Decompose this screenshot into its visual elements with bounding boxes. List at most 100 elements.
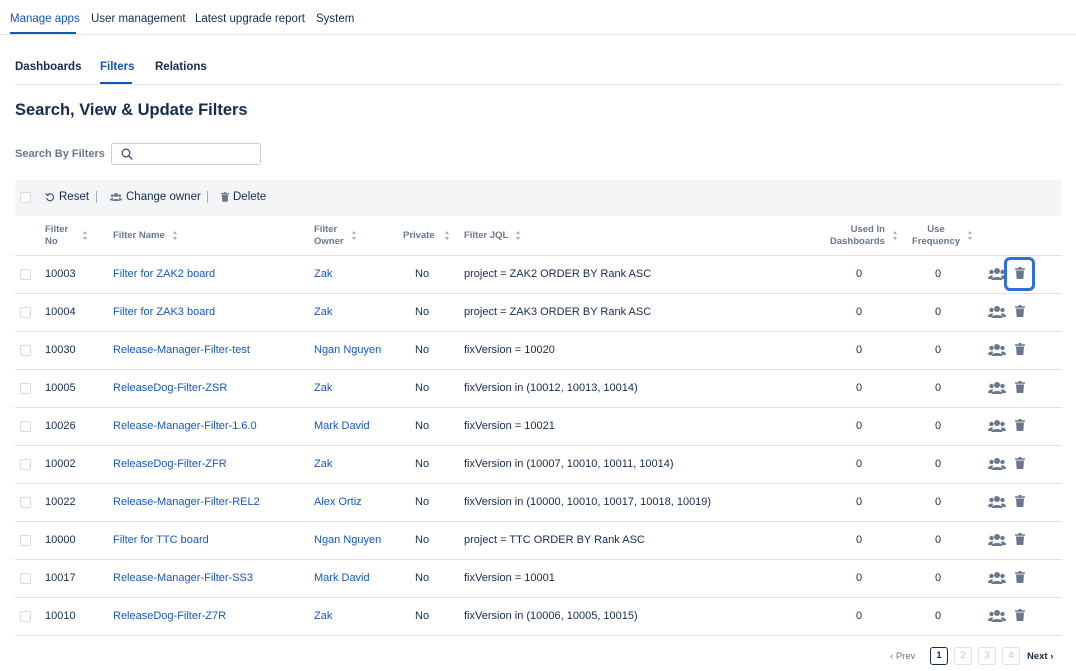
filter-name-link[interactable]: ReleaseDog-Filter-ZSR: [113, 382, 227, 394]
filter-name-link[interactable]: Filter for ZAK2 board: [113, 268, 215, 280]
delete-icon[interactable]: [1015, 305, 1025, 320]
delete-icon[interactable]: [1015, 343, 1025, 358]
tab-dashboards[interactable]: Dashboards: [15, 61, 81, 73]
col-private[interactable]: Private: [403, 230, 435, 242]
page-3[interactable]: 3: [978, 647, 996, 665]
search-field[interactable]: [111, 143, 261, 165]
sort-icon[interactable]: [444, 230, 451, 242]
private-value: No: [415, 420, 430, 432]
sort-icon[interactable]: [82, 230, 89, 242]
reset-button[interactable]: Reset: [45, 191, 89, 203]
col-use-frequency[interactable]: Use Frequency: [912, 224, 960, 248]
table-row: 10010 ReleaseDog-Filter-Z7R Zak No fixVersio…: [15, 598, 1062, 636]
page-1[interactable]: 1: [930, 647, 948, 665]
filter-owner-link[interactable]: Zak: [314, 306, 332, 318]
search-label: Search By Filters: [15, 148, 105, 160]
row-checkbox[interactable]: [20, 383, 31, 394]
sort-icon[interactable]: [892, 230, 899, 242]
page-4[interactable]: 4: [1002, 647, 1020, 665]
col-used-in-dashboards[interactable]: Used In Dashboards: [830, 224, 885, 248]
filter-name-link[interactable]: ReleaseDog-Filter-ZFR: [113, 458, 227, 470]
row-checkbox[interactable]: [20, 497, 31, 508]
use-frequency-value: 0: [935, 268, 942, 280]
filter-name-link[interactable]: Release-Manager-Filter-test: [113, 344, 250, 356]
col-filter-jql[interactable]: Filter JQL: [464, 230, 508, 242]
tab-relations[interactable]: Relations: [155, 61, 207, 73]
row-checkbox[interactable]: [20, 573, 31, 584]
change-owner-icon[interactable]: [988, 495, 1006, 512]
filter-name-link[interactable]: ReleaseDog-Filter-Z7R: [113, 610, 226, 622]
use-frequency-value: 0: [935, 382, 942, 394]
delete-button[interactable]: Delete: [221, 191, 266, 203]
page-2[interactable]: 2: [954, 647, 972, 665]
change-owner-icon[interactable]: [988, 343, 1006, 360]
change-owner-icon[interactable]: [988, 571, 1006, 588]
private-value: No: [415, 306, 430, 318]
row-checkbox[interactable]: [20, 535, 31, 546]
filter-owner-link[interactable]: Ngan Nguyen: [314, 534, 381, 546]
row-checkbox[interactable]: [20, 269, 31, 280]
used-in-dashboards-value: 0: [856, 458, 863, 470]
delete-icon[interactable]: [1015, 495, 1025, 510]
filter-name-link[interactable]: Release-Manager-Filter-1.6.0: [113, 420, 257, 432]
use-frequency-value: 0: [935, 610, 942, 622]
filter-name-link[interactable]: Release-Manager-Filter-REL2: [113, 496, 260, 508]
col-filter-owner[interactable]: Filter Owner: [314, 224, 344, 248]
filter-owner-link[interactable]: Zak: [314, 268, 332, 280]
highlighted-delete-focus: [1004, 257, 1035, 291]
filter-owner-link[interactable]: Mark David: [314, 572, 370, 584]
sort-icon[interactable]: [515, 230, 522, 242]
row-checkbox[interactable]: [20, 459, 31, 470]
filter-no: 10030: [45, 344, 76, 356]
filter-owner-link[interactable]: Mark David: [314, 420, 370, 432]
filter-owner-link[interactable]: Zak: [314, 382, 332, 394]
filter-no: 10004: [45, 306, 76, 318]
search-input[interactable]: [138, 146, 256, 162]
delete-icon[interactable]: [1015, 533, 1025, 548]
sort-icon[interactable]: [967, 230, 974, 242]
delete-icon[interactable]: [1015, 571, 1025, 586]
sort-icon[interactable]: [351, 230, 358, 242]
change-owner-icon[interactable]: [988, 457, 1006, 474]
search-icon: [121, 148, 133, 160]
used-in-dashboards-value: 0: [856, 344, 863, 356]
delete-icon[interactable]: [1015, 609, 1025, 624]
users-icon: [110, 193, 122, 201]
pagination-next[interactable]: Next ›: [1027, 651, 1053, 662]
select-all-checkbox[interactable]: [20, 192, 31, 203]
filter-no: 10026: [45, 420, 76, 432]
col-filter-no[interactable]: Filter No: [45, 224, 68, 248]
filter-name-link[interactable]: Filter for TTC board: [113, 534, 209, 546]
sort-icon[interactable]: [172, 230, 179, 242]
private-value: No: [415, 496, 430, 508]
filter-jql: fixVersion = 10001: [464, 572, 555, 584]
filter-name-link[interactable]: Filter for ZAK3 board: [113, 306, 215, 318]
bulk-toolbar: Reset Change owner Delete: [15, 180, 1062, 216]
col-filter-name[interactable]: Filter Name: [113, 230, 165, 242]
delete-icon[interactable]: [1015, 419, 1025, 434]
filter-name-link[interactable]: Release-Manager-Filter-SS3: [113, 572, 253, 584]
filter-owner-link[interactable]: Zak: [314, 610, 332, 622]
row-checkbox[interactable]: [20, 421, 31, 432]
filter-owner-link[interactable]: Zak: [314, 458, 332, 470]
filter-owner-link[interactable]: Ngan Nguyen: [314, 344, 381, 356]
row-checkbox[interactable]: [20, 611, 31, 622]
table-row: 10026 Release-Manager-Filter-1.6.0 Mark Da…: [15, 408, 1062, 446]
used-in-dashboards-value: 0: [856, 420, 863, 432]
toolbar-divider: [96, 191, 97, 203]
change-owner-icon[interactable]: [988, 609, 1006, 626]
change-owner-button[interactable]: Change owner: [110, 191, 201, 203]
used-in-dashboards-value: 0: [856, 268, 863, 280]
delete-icon[interactable]: [1015, 457, 1025, 472]
filter-owner-link[interactable]: Alex Ortiz: [314, 496, 362, 508]
private-value: No: [415, 610, 430, 622]
delete-icon[interactable]: [1015, 381, 1025, 396]
row-checkbox[interactable]: [20, 345, 31, 356]
tab-filters[interactable]: Filters: [100, 61, 135, 73]
row-checkbox[interactable]: [20, 307, 31, 318]
pagination-prev[interactable]: ‹ Prev: [890, 651, 915, 662]
change-owner-icon[interactable]: [988, 305, 1006, 322]
change-owner-icon[interactable]: [988, 381, 1006, 398]
change-owner-icon[interactable]: [988, 419, 1006, 436]
change-owner-icon[interactable]: [988, 533, 1006, 550]
